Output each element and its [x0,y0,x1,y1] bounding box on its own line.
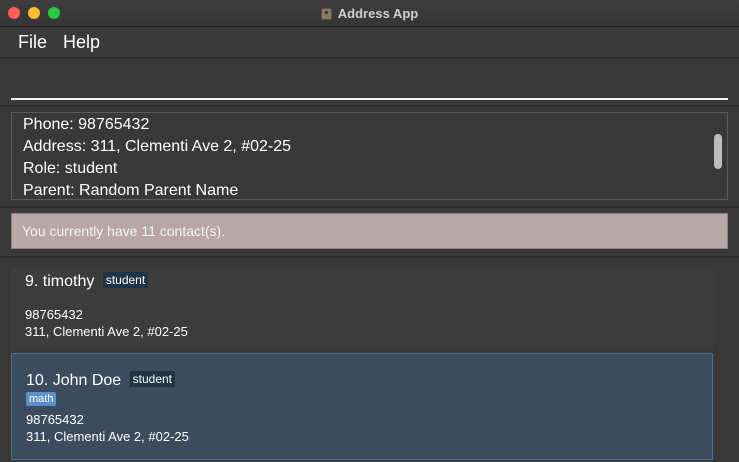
menu-help[interactable]: Help [55,32,108,53]
address-book-icon [320,7,332,20]
contact-phone: 98765432 [25,307,83,322]
contact-address: 311, Clementi Ave 2, #02-25 [25,324,188,339]
result-display[interactable]: Phone: 98765432 Address: 311, Clementi A… [11,112,728,200]
contact-name-row: 9. timothy student [25,272,149,291]
result-line-phone: Phone: 98765432 [23,116,150,133]
result-scrollbar-thumb[interactable] [714,134,722,169]
command-input[interactable] [11,65,728,100]
contact-card[interactable]: 9. timothy student 98765432 311, Clement… [11,267,713,351]
contact-name-row: 10. John Doe student [26,371,176,390]
status-area: You currently have 11 contact(s). [0,208,739,257]
contact-card-selected[interactable]: 10. John Doe student math 98765432 311, … [11,353,713,460]
window-title-group: Address App [0,0,739,27]
window-title: Address App [337,6,419,21]
title-bar: Address App [0,0,739,27]
status-text: You currently have 11 contact(s). [22,223,226,239]
result-line-parent: Parent: Random Parent Name [23,182,239,199]
menu-file[interactable]: File [10,32,55,53]
contact-phone: 98765432 [26,412,84,427]
result-line-address: Address: 311, Clementi Ave 2, #02-25 [23,138,292,155]
contact-address: 311, Clementi Ave 2, #02-25 [26,429,189,444]
contact-name: John Doe [52,372,122,389]
result-display-panel: Phone: 98765432 Address: 311, Clementi A… [0,107,739,207]
result-line-role: Role: student [23,160,118,177]
contact-index: 10. [26,372,49,389]
status-bar: You currently have 11 contact(s). [11,213,728,249]
role-badge: student [129,371,176,387]
role-badge: student [102,272,149,288]
command-box [0,59,739,106]
tag-badge: math [26,392,57,406]
contact-list: 9. timothy student 98765432 311, Clement… [0,258,739,462]
menu-bar: File Help [0,27,739,58]
contact-index: 9. [25,273,39,290]
contact-name: timothy [42,273,95,290]
